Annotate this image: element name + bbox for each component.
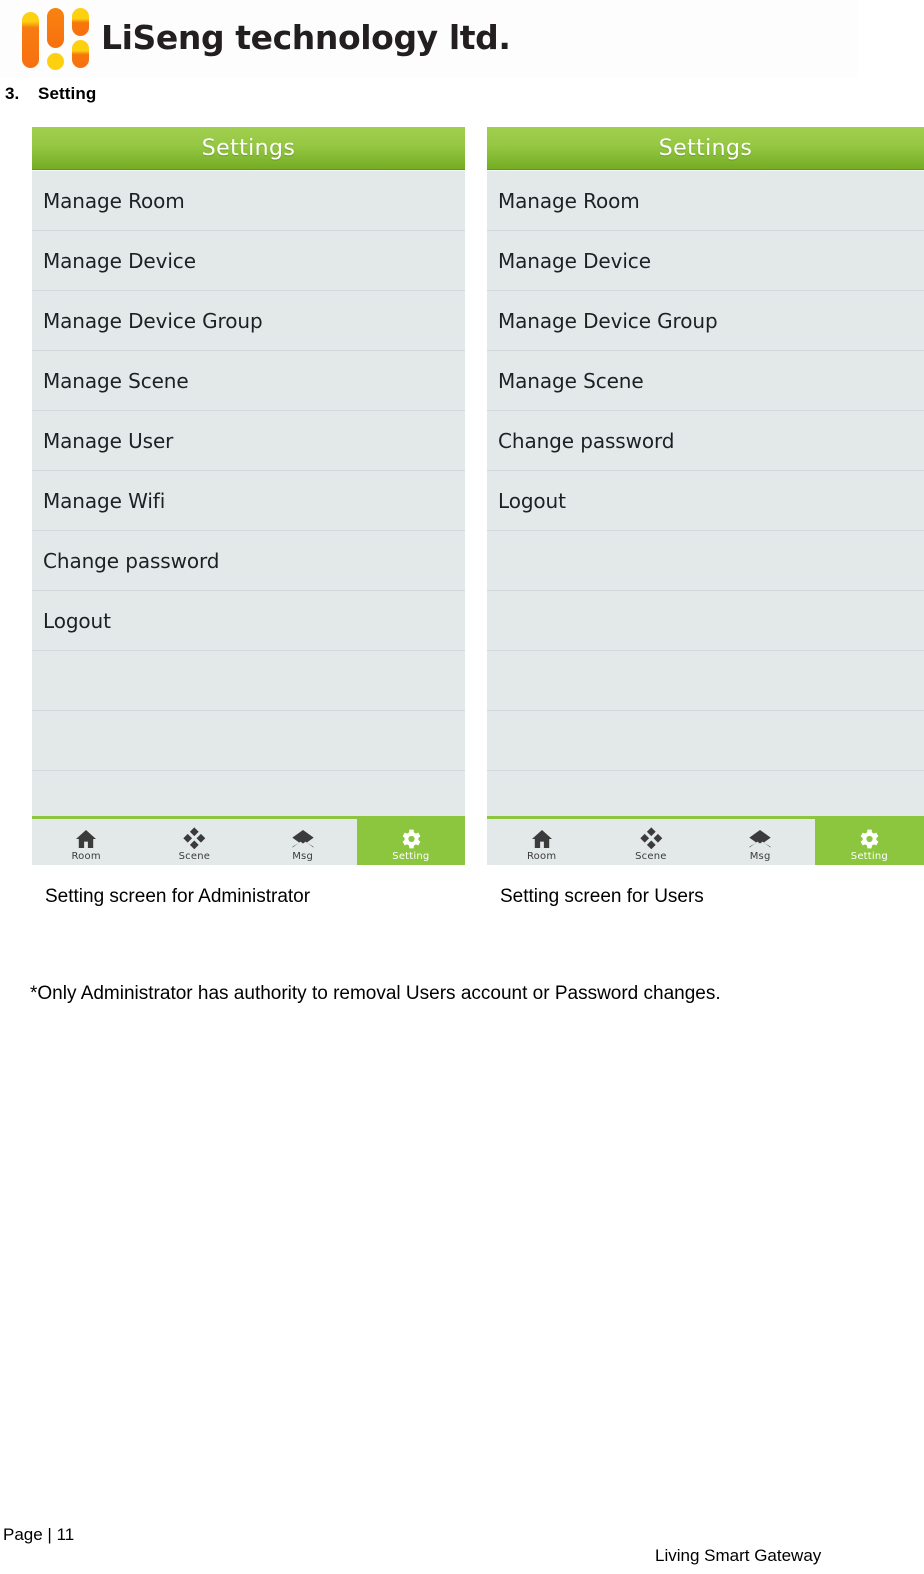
footer-product-name: Living Smart Gateway: [655, 1546, 822, 1565]
tab-msg[interactable]: Msg: [705, 819, 815, 865]
list-item[interactable]: Manage Scene: [487, 351, 924, 411]
logo-dot-2-bottom: [47, 53, 64, 70]
list-item-label: Manage Device: [498, 248, 651, 273]
tab-room[interactable]: Room: [487, 819, 597, 865]
settings-list-administrator[interactable]: Manage Room Manage Device Manage Device …: [32, 170, 465, 831]
tab-setting[interactable]: Setting: [814, 819, 924, 865]
list-empty-row: [32, 711, 465, 771]
list-item[interactable]: Manage Room: [32, 171, 465, 231]
titlebar-label: Settings: [658, 136, 753, 161]
list-item[interactable]: Change password: [487, 411, 924, 471]
bottom-tabbar-administrator: Room Scene Msg Setting: [32, 816, 465, 865]
list-empty-row: [32, 651, 465, 711]
bottom-tabbar-users: Room Scene Msg Setting: [487, 816, 924, 865]
list-item-label: Manage Scene: [498, 368, 644, 393]
tab-label: Scene: [635, 850, 667, 862]
titlebar-administrator: Settings: [32, 127, 465, 170]
logo-bar-3-bottom: [72, 40, 89, 68]
list-item-label: Logout: [43, 608, 111, 633]
list-item[interactable]: Change password: [32, 531, 465, 591]
list-item[interactable]: Logout: [32, 591, 465, 651]
brand-logo: LiSeng technology ltd.: [20, 3, 511, 75]
list-item-label: Change password: [43, 548, 220, 573]
list-item-label: Manage Scene: [43, 368, 189, 393]
list-item-label: Manage User: [43, 428, 174, 453]
gear-icon: [860, 829, 879, 848]
tab-label: Room: [71, 850, 101, 862]
tab-msg[interactable]: Msg: [248, 819, 357, 865]
list-item[interactable]: Manage Device Group: [32, 291, 465, 351]
list-empty-row: [487, 591, 924, 651]
caption-users: Setting screen for Users: [500, 886, 704, 907]
logo-bar-1: [22, 12, 39, 68]
footer-page-number: Page | 11: [3, 1525, 75, 1544]
list-item-label: Manage Room: [498, 188, 640, 213]
envelope-icon: [292, 829, 314, 847]
tab-label: Msg: [749, 850, 771, 862]
envelope-icon: [749, 829, 771, 847]
list-item-label: Manage Device Group: [43, 308, 263, 333]
phone-screen-users: Settings Manage Room Manage Device Manag…: [487, 127, 924, 865]
list-empty-row: [487, 711, 924, 771]
tab-scene[interactable]: Scene: [596, 819, 706, 865]
diamond-cluster-icon: [183, 826, 206, 849]
list-item[interactable]: Manage Device Group: [487, 291, 924, 351]
tab-label: Room: [526, 850, 557, 862]
tab-label: Scene: [178, 850, 211, 862]
home-icon: [76, 829, 97, 848]
tab-label: Msg: [292, 850, 314, 862]
logo-bar-2-top: [47, 8, 64, 48]
tab-scene[interactable]: Scene: [140, 819, 249, 865]
document-header-banner: LiSeng technology ltd.: [0, 0, 858, 78]
tab-setting[interactable]: Setting: [356, 819, 465, 865]
tab-label: Setting: [392, 850, 430, 862]
list-item-label: Logout: [498, 488, 566, 513]
note-text: *Only Administrator has authority to rem…: [30, 983, 721, 1004]
tab-label: Setting: [850, 850, 888, 862]
phone-screen-administrator: Settings Manage Room Manage Device Manag…: [32, 127, 465, 865]
list-item[interactable]: Manage Device: [32, 231, 465, 291]
list-item[interactable]: Manage Wifi: [32, 471, 465, 531]
list-item[interactable]: Logout: [487, 471, 924, 531]
brand-wordmark: LiSeng technology ltd.: [101, 17, 511, 57]
caption-administrator: Setting screen for Administrator: [45, 886, 311, 907]
list-item[interactable]: Manage User: [32, 411, 465, 471]
list-item-label: Manage Device Group: [498, 308, 718, 333]
gear-icon: [402, 829, 421, 848]
section-title: Setting: [38, 84, 97, 103]
list-item[interactable]: Manage Scene: [32, 351, 465, 411]
list-item[interactable]: Manage Room: [487, 171, 924, 231]
settings-list-users[interactable]: Manage Room Manage Device Manage Device …: [487, 170, 924, 831]
section-number: 3.: [5, 84, 20, 103]
liseng-bars-logo-icon: [20, 8, 92, 70]
list-item-label: Manage Wifi: [43, 488, 166, 513]
titlebar-users: Settings: [487, 127, 924, 170]
list-item[interactable]: Manage Device: [487, 231, 924, 291]
list-empty-row: [487, 531, 924, 591]
titlebar-label: Settings: [201, 136, 296, 161]
screenshot-pair: Settings Manage Room Manage Device Manag…: [0, 127, 924, 867]
section-heading: 3. Setting: [5, 84, 96, 104]
list-item-label: Manage Device: [43, 248, 196, 273]
tab-room[interactable]: Room: [32, 819, 141, 865]
diamond-cluster-icon: [640, 826, 663, 849]
logo-bar-3-top: [72, 8, 89, 36]
list-item-label: Manage Room: [43, 188, 185, 213]
list-item-label: Change password: [498, 428, 675, 453]
home-icon: [531, 829, 552, 848]
list-empty-row: [487, 651, 924, 711]
